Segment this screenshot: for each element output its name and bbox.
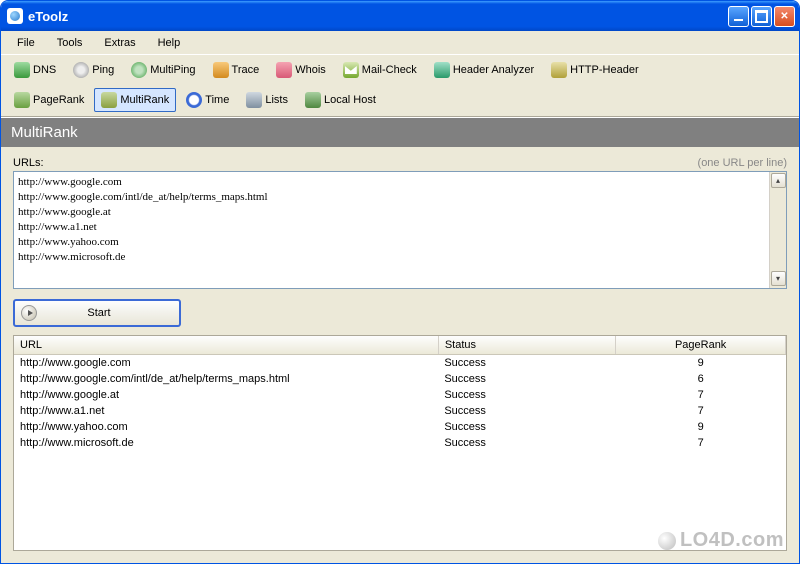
app-window: eToolz File Tools Extras Help DNS Ping M… xyxy=(0,0,800,564)
cell-status: Success xyxy=(438,435,615,451)
cell-url: http://www.google.com xyxy=(14,355,438,372)
tool-label: Time xyxy=(205,94,229,106)
tool-label: MultiRank xyxy=(120,94,169,106)
tool-http-header[interactable]: HTTP-Header xyxy=(544,58,645,82)
scroll-down-icon[interactable]: ▾ xyxy=(771,271,786,286)
table-row[interactable]: http://www.microsoft.deSuccess7 xyxy=(14,435,786,451)
tool-label: Whois xyxy=(295,64,326,76)
cell-pagerank: 9 xyxy=(616,419,786,435)
ping-icon xyxy=(73,62,89,78)
cell-url: http://www.google.at xyxy=(14,387,438,403)
toolbar: DNS Ping MultiPing Trace Whois Mail-Chec… xyxy=(1,55,799,117)
tool-dns[interactable]: DNS xyxy=(7,58,63,82)
content-area: URLs: (one URL per line) ▴ ▾ Start xyxy=(1,147,799,335)
cell-url: http://www.google.com/intl/de_at/help/te… xyxy=(14,371,438,387)
header-icon xyxy=(434,62,450,78)
cell-pagerank: 7 xyxy=(616,435,786,451)
section-title: MultiRank xyxy=(1,117,799,147)
multiping-icon xyxy=(131,62,147,78)
close-button[interactable] xyxy=(774,6,795,27)
app-icon xyxy=(7,8,23,24)
tool-trace[interactable]: Trace xyxy=(206,58,267,82)
tool-label: MultiPing xyxy=(150,64,195,76)
tool-label: Lists xyxy=(265,94,288,106)
tool-mail-check[interactable]: Mail-Check xyxy=(336,58,424,82)
urls-label: URLs: xyxy=(13,157,44,169)
table-row[interactable]: http://www.yahoo.comSuccess9 xyxy=(14,419,786,435)
cell-url: http://www.microsoft.de xyxy=(14,435,438,451)
tool-multirank[interactable]: MultiRank xyxy=(94,88,176,112)
cell-url: http://www.a1.net xyxy=(14,403,438,419)
col-status[interactable]: Status xyxy=(438,336,615,355)
tool-time[interactable]: Time xyxy=(179,88,236,112)
multirank-icon xyxy=(101,92,117,108)
menu-help[interactable]: Help xyxy=(148,34,191,52)
cell-status: Success xyxy=(438,419,615,435)
window-title: eToolz xyxy=(28,9,728,24)
table-row[interactable]: http://www.google.atSuccess7 xyxy=(14,387,786,403)
urls-textarea-wrap: ▴ ▾ xyxy=(13,171,787,289)
menu-tools[interactable]: Tools xyxy=(47,34,93,52)
table-row[interactable]: http://www.a1.netSuccess7 xyxy=(14,403,786,419)
col-url[interactable]: URL xyxy=(14,336,438,355)
http-icon xyxy=(551,62,567,78)
tool-pagerank[interactable]: PageRank xyxy=(7,88,91,112)
cell-status: Success xyxy=(438,355,615,372)
start-button[interactable]: Start xyxy=(13,299,181,327)
table-row[interactable]: http://www.google.com/intl/de_at/help/te… xyxy=(14,371,786,387)
cell-pagerank: 7 xyxy=(616,403,786,419)
cell-status: Success xyxy=(438,403,615,419)
tool-lists[interactable]: Lists xyxy=(239,88,295,112)
mail-icon xyxy=(343,62,359,78)
cell-status: Success xyxy=(438,387,615,403)
menu-extras[interactable]: Extras xyxy=(94,34,145,52)
maximize-button[interactable] xyxy=(751,6,772,27)
tool-label: HTTP-Header xyxy=(570,64,638,76)
tool-header-analyzer[interactable]: Header Analyzer xyxy=(427,58,541,82)
tool-label: Mail-Check xyxy=(362,64,417,76)
tool-whois[interactable]: Whois xyxy=(269,58,333,82)
scrollbar[interactable]: ▴ ▾ xyxy=(769,172,786,288)
menu-file[interactable]: File xyxy=(7,34,45,52)
localhost-icon xyxy=(305,92,321,108)
play-icon xyxy=(21,305,37,321)
tool-label: Trace xyxy=(232,64,260,76)
tool-label: Local Host xyxy=(324,94,376,106)
tool-multiping[interactable]: MultiPing xyxy=(124,58,202,82)
col-pagerank[interactable]: PageRank xyxy=(616,336,786,355)
cell-pagerank: 9 xyxy=(616,355,786,372)
tool-ping[interactable]: Ping xyxy=(66,58,121,82)
cell-url: http://www.yahoo.com xyxy=(14,419,438,435)
titlebar[interactable]: eToolz xyxy=(1,1,799,31)
cell-pagerank: 7 xyxy=(616,387,786,403)
table-row[interactable]: http://www.google.comSuccess9 xyxy=(14,355,786,372)
trace-icon xyxy=(213,62,229,78)
time-icon xyxy=(186,92,202,108)
tool-label: DNS xyxy=(33,64,56,76)
minimize-button[interactable] xyxy=(728,6,749,27)
tool-local-host[interactable]: Local Host xyxy=(298,88,383,112)
tool-label: Ping xyxy=(92,64,114,76)
start-label: Start xyxy=(37,307,179,319)
urls-textarea[interactable] xyxy=(14,172,768,288)
tool-label: Header Analyzer xyxy=(453,64,534,76)
menubar: File Tools Extras Help xyxy=(1,31,799,55)
results-table: URL Status PageRank http://www.google.co… xyxy=(13,335,787,551)
urls-hint: (one URL per line) xyxy=(698,157,787,169)
lists-icon xyxy=(246,92,262,108)
cell-status: Success xyxy=(438,371,615,387)
whois-icon xyxy=(276,62,292,78)
scroll-up-icon[interactable]: ▴ xyxy=(771,173,786,188)
dns-icon xyxy=(14,62,30,78)
tool-label: PageRank xyxy=(33,94,84,106)
pagerank-icon xyxy=(14,92,30,108)
cell-pagerank: 6 xyxy=(616,371,786,387)
